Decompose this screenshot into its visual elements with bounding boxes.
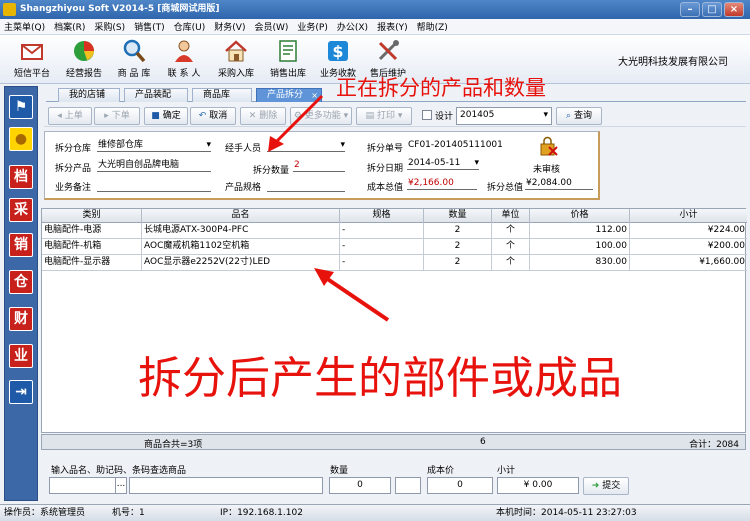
annotation-arrow-bottom bbox=[324, 276, 390, 322]
annotation-bottom: 拆分后产生的部件或成品 bbox=[138, 353, 622, 404]
app-window: Shangzhiyou Soft V2014-5 [商城网试用版] – □ × … bbox=[0, 0, 750, 521]
annotation-top: 正在拆分的产品和数量 bbox=[336, 76, 546, 100]
annotation-arrow-top bbox=[274, 94, 324, 144]
